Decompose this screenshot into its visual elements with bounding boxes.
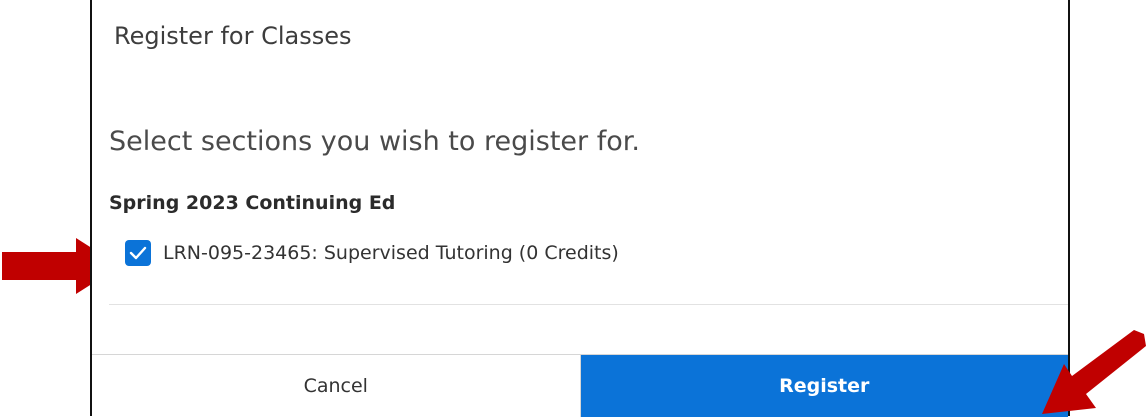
register-button[interactable]: Register — [580, 355, 1068, 417]
section-label: LRN-095-23465: Supervised Tutoring (0 Cr… — [163, 242, 619, 264]
dialog-title: Register for Classes — [114, 22, 352, 50]
instructions-text: Select sections you wish to register for… — [109, 126, 640, 157]
section-checkbox[interactable] — [125, 240, 151, 266]
divider — [109, 304, 1068, 305]
screenshot-stage: Register for Classes Select sections you… — [0, 0, 1146, 420]
section-row[interactable]: LRN-095-23465: Supervised Tutoring (0 Cr… — [125, 240, 619, 266]
red-arrow-icon — [1042, 330, 1146, 414]
register-dialog: Register for Classes Select sections you… — [90, 0, 1070, 417]
dialog-footer: Cancel Register — [92, 354, 1068, 417]
term-heading: Spring 2023 Continuing Ed — [109, 192, 396, 214]
checkmark-icon — [129, 246, 147, 260]
cancel-button[interactable]: Cancel — [92, 355, 581, 417]
